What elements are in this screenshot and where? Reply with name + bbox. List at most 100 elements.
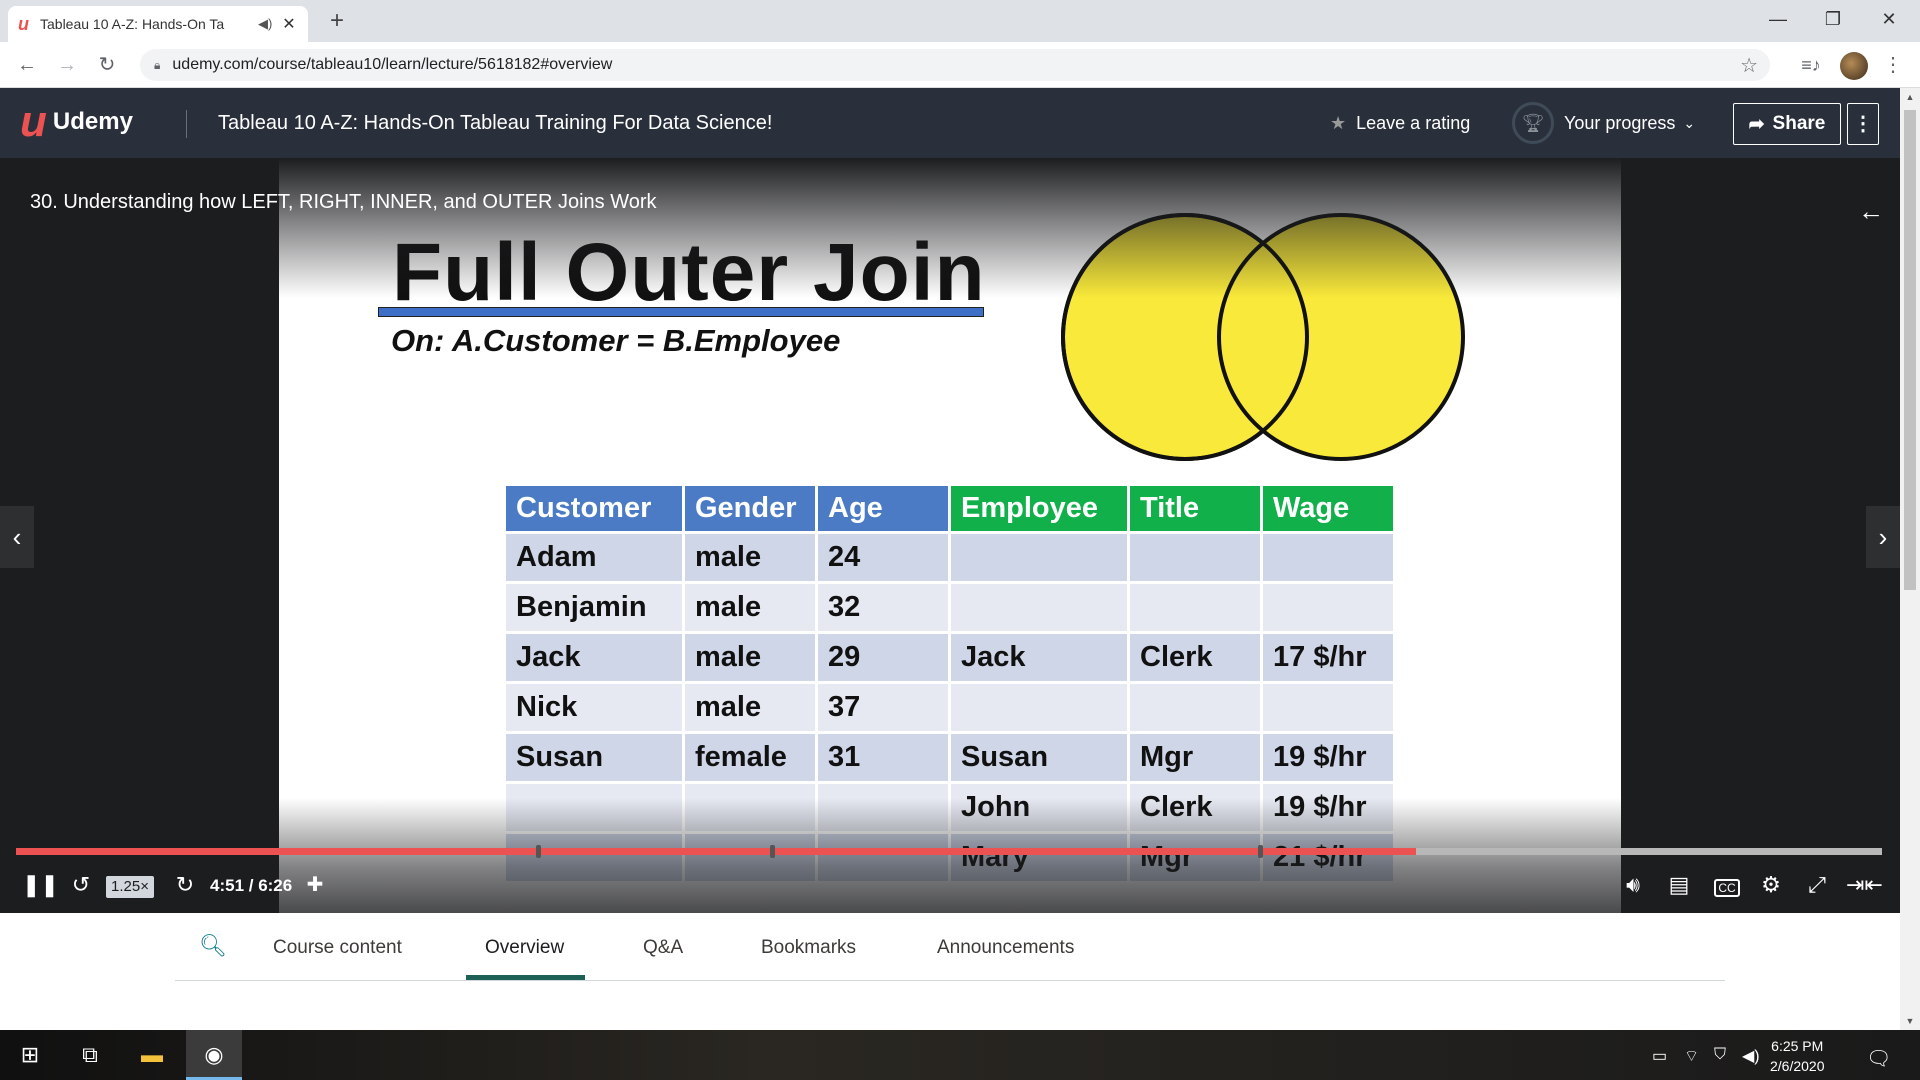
udemy-logo-text: Udemy xyxy=(52,108,133,135)
table-cell xyxy=(1130,584,1260,631)
table-cell: 29 xyxy=(818,634,948,681)
audio-playing-icon[interactable]: ◀) xyxy=(258,16,280,32)
bookmark-marker[interactable] xyxy=(536,845,541,858)
table-cell: 19 $/hr xyxy=(1263,734,1393,781)
table-cell: Susan xyxy=(951,734,1127,781)
tab-announcements[interactable]: Announcements xyxy=(937,937,1074,959)
table-cell: 37 xyxy=(818,684,948,731)
your-progress-label: Your progress xyxy=(1564,112,1676,133)
star-icon: ★ xyxy=(1330,113,1347,133)
add-bookmark-icon[interactable]: ✚ xyxy=(300,870,330,900)
previous-lecture-button[interactable]: ‹ xyxy=(0,506,34,568)
lock-icon: 🔒︎ xyxy=(154,57,161,72)
table-cell: Mgr xyxy=(1130,734,1260,781)
bookmark-marker[interactable] xyxy=(770,845,775,858)
minimize-window-icon[interactable]: — xyxy=(1755,0,1801,38)
video-progress-bar[interactable] xyxy=(16,845,1882,858)
share-label: Share xyxy=(1772,113,1826,134)
expand-theater-icon[interactable]: ⇥⇤ xyxy=(1846,870,1883,900)
tab-qa[interactable]: Q&A xyxy=(643,937,683,959)
file-explorer-icon[interactable]: ▬ xyxy=(124,1030,180,1080)
table-cell: male xyxy=(685,684,815,731)
scroll-down-icon[interactable]: ▼ xyxy=(1900,1012,1920,1030)
table-row: Susan female 31 Susan Mgr 19 $/hr xyxy=(506,734,1393,781)
speaker-icon[interactable]: ◀) xyxy=(1742,1046,1760,1066)
volume-icon[interactable]: 🔊︎ xyxy=(1618,870,1648,900)
notifications-icon[interactable]: 🗨︎ xyxy=(1866,1046,1891,1071)
fullscreen-icon[interactable]: ⤢ xyxy=(1802,870,1832,900)
next-lecture-button[interactable]: › xyxy=(1866,506,1900,568)
forward-5-icon[interactable]: ↻ xyxy=(170,870,200,900)
transcript-icon[interactable]: ▤ xyxy=(1664,870,1694,900)
restore-window-icon[interactable]: ❐ xyxy=(1810,0,1856,38)
udemy-header: u Udemy Tableau 10 A-Z: Hands-On Tableau… xyxy=(0,88,1900,158)
slide-title-underline xyxy=(378,307,984,317)
course-title[interactable]: Tableau 10 A-Z: Hands-On Tableau Trainin… xyxy=(218,112,772,135)
video-player[interactable]: Full Outer Join On: A.Customer = B.Emplo… xyxy=(0,158,1900,913)
wifi-icon[interactable]: ⌔ xyxy=(1684,1046,1699,1066)
browser-menu-icon[interactable]: ⋮ xyxy=(1878,50,1908,80)
search-icon[interactable]: 🔍︎ xyxy=(199,933,227,959)
table-cell: female xyxy=(685,734,815,781)
taskbar-time: 6:25 PM xyxy=(1771,1038,1824,1054)
tab-overview[interactable]: Overview xyxy=(485,937,564,959)
table-cell xyxy=(1263,684,1393,731)
table-cell xyxy=(1263,534,1393,581)
scroll-up-icon[interactable]: ▲ xyxy=(1900,88,1920,106)
back-icon[interactable]: ← xyxy=(12,50,42,80)
table-row: Jack male 29 Jack Clerk 17 $/hr xyxy=(506,634,1393,681)
table-cell xyxy=(951,534,1127,581)
captions-icon[interactable]: CC xyxy=(1710,870,1744,900)
task-view-icon[interactable]: ⧉ xyxy=(62,1030,118,1080)
browser-tab[interactable]: u Tableau 10 A-Z: Hands-On Ta ◀) ✕ xyxy=(8,6,308,42)
more-options-icon[interactable]: ⋮ xyxy=(1847,103,1879,145)
chrome-taskbar-icon[interactable]: ◉ xyxy=(186,1030,242,1080)
page-scrollbar[interactable]: ▲ ▼ xyxy=(1900,88,1920,1030)
udemy-logo[interactable]: u Udemy xyxy=(20,100,133,144)
tab-bookmarks[interactable]: Bookmarks xyxy=(761,937,856,959)
table-cell: Jack xyxy=(506,634,682,681)
table-row: Benjamin male 32 xyxy=(506,584,1393,631)
column-header: Wage xyxy=(1263,486,1393,531)
bookmark-marker[interactable] xyxy=(1258,845,1263,858)
windows-start-icon[interactable]: ⊞ xyxy=(2,1030,58,1080)
column-header: Customer xyxy=(506,486,682,531)
browser-toolbar: ← → ↻ 🔒︎ udemy.com/course/tableau10/lear… xyxy=(0,42,1920,88)
rewind-5-icon[interactable]: ↺ xyxy=(66,870,96,900)
scrollbar-thumb[interactable] xyxy=(1904,110,1916,590)
leave-rating-button[interactable]: ★ Leave a rating xyxy=(1330,113,1470,134)
bookmark-star-icon[interactable]: ☆ xyxy=(1740,53,1758,78)
security-shield-icon[interactable]: ⛉ xyxy=(1714,1046,1726,1064)
your-progress-button[interactable]: 🏆︎ Your progress ⌄ xyxy=(1512,102,1695,144)
playback-speed-button[interactable]: 1.25× xyxy=(106,876,154,898)
table-cell xyxy=(1130,684,1260,731)
table-row: Nick male 37 xyxy=(506,684,1393,731)
taskbar-date: 2/6/2020 xyxy=(1770,1058,1825,1074)
close-tab-icon[interactable]: ✕ xyxy=(280,14,298,34)
close-window-icon[interactable]: ✕ xyxy=(1866,0,1912,38)
player-controls: ❚❚ ↺ 1.25× ↻ 4:51 / 6:26 ✚ 🔊︎ ▤ CC ⚙ ⤢ ⇥… xyxy=(0,866,1900,906)
pause-icon[interactable]: ❚❚ xyxy=(22,870,59,900)
reload-icon[interactable]: ↻ xyxy=(92,50,122,80)
lecture-title: 30. Understanding how LEFT, RIGHT, INNER… xyxy=(30,191,657,213)
sidebar-toggle-arrow-icon[interactable]: ← xyxy=(1843,180,1899,242)
taskbar-clock[interactable]: 6:25 PM 2/6/2020 xyxy=(1770,1036,1825,1076)
media-control-icon[interactable]: ≡♪ xyxy=(1796,50,1826,80)
share-button[interactable]: ➦ Share xyxy=(1733,103,1841,145)
table-cell: 17 $/hr xyxy=(1263,634,1393,681)
new-tab-button[interactable]: + xyxy=(322,6,352,36)
table-cell: Clerk xyxy=(1130,634,1260,681)
table-cell: male xyxy=(685,534,815,581)
playback-time: 4:51 / 6:26 xyxy=(210,876,293,895)
profile-avatar[interactable] xyxy=(1840,52,1868,80)
battery-icon[interactable]: ▭ xyxy=(1652,1046,1667,1066)
active-tab-indicator xyxy=(466,975,585,980)
address-bar[interactable]: 🔒︎ udemy.com/course/tableau10/learn/lect… xyxy=(140,49,1770,81)
table-cell: 24 xyxy=(818,534,948,581)
settings-gear-icon[interactable]: ⚙ xyxy=(1756,870,1786,900)
forward-icon[interactable]: → xyxy=(52,50,82,80)
share-arrow-icon: ➦ xyxy=(1748,113,1765,135)
table-cell xyxy=(1130,534,1260,581)
video-progress-played xyxy=(16,848,1416,855)
tab-course-content[interactable]: Course content xyxy=(273,937,402,959)
